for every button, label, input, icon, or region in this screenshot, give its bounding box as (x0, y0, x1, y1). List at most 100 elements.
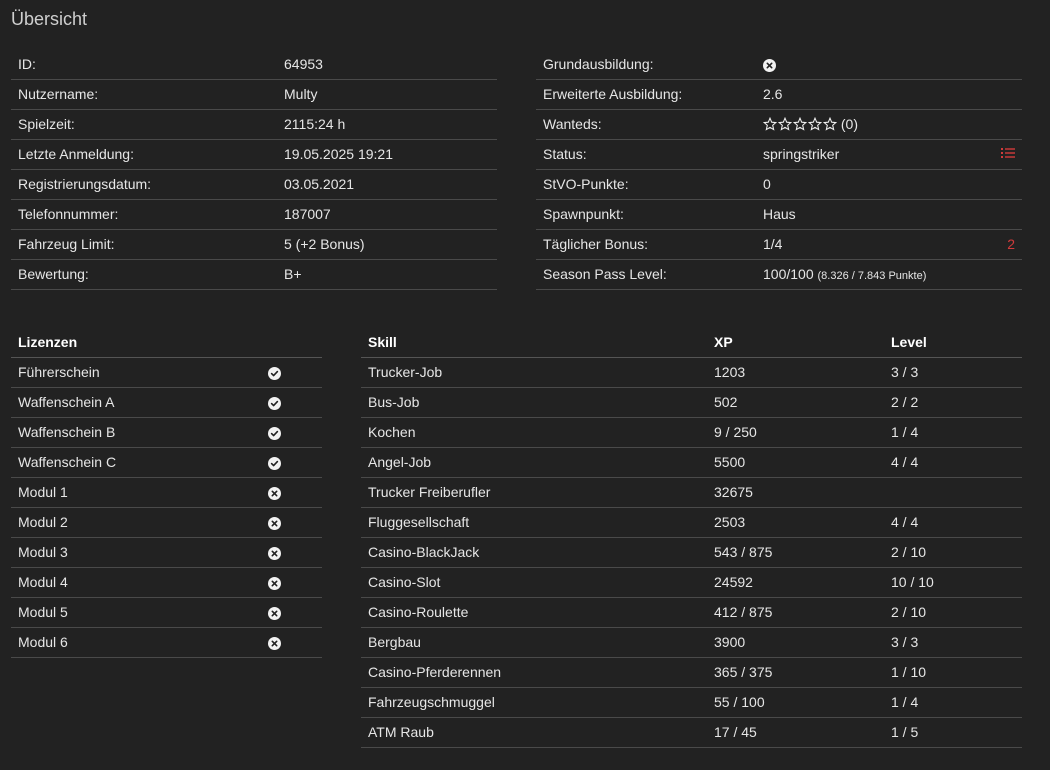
skill-row: Bergbau 3900 3 / 3 (361, 627, 1022, 658)
level-header: Level (884, 327, 1022, 358)
skill-name: Casino-Pferderennen (361, 657, 707, 688)
xp-header: XP (707, 327, 884, 358)
x-circle-icon (268, 636, 281, 650)
bonus-label: Täglicher Bonus: (536, 229, 756, 260)
skill-row: Casino-Roulette 412 / 875 2 / 10 (361, 597, 1022, 628)
stvo-label: StVO-Punkte: (536, 169, 756, 200)
license-row: Waffenschein A (11, 387, 322, 418)
skill-level: 1 / 4 (884, 687, 1022, 718)
overview-row: Telefonnummer: 187007 (11, 199, 497, 230)
skill-row: Casino-BlackJack 543 / 875 2 / 10 (361, 537, 1022, 568)
licenses-header: Lizenzen (11, 327, 322, 358)
overview-right-table: Grundausbildung: Erweiterte Ausbildung: … (536, 49, 1022, 290)
overview-label: Spielzeit: (11, 109, 277, 140)
overview-value: B+ (277, 259, 497, 290)
skill-level: 1 / 4 (884, 417, 1022, 448)
license-row: Modul 2 (11, 507, 322, 538)
star-icon (793, 117, 807, 131)
skill-xp: 9 / 250 (707, 417, 884, 448)
x-circle-icon (268, 576, 281, 590)
overview-label: Registrierungsdatum: (11, 169, 277, 200)
overview-value: Multy (277, 79, 497, 110)
license-row: Modul 4 (11, 567, 322, 598)
skill-xp: 55 / 100 (707, 687, 884, 718)
skill-name: Bus-Job (361, 387, 707, 418)
skill-xp: 365 / 375 (707, 657, 884, 688)
status-label: Status: (536, 139, 756, 170)
season-label: Season Pass Level: (536, 259, 756, 290)
skill-name: Kochen (361, 417, 707, 448)
erweitert-label: Erweiterte Ausbildung: (536, 79, 756, 110)
overview-row: ID: 64953 (11, 49, 497, 80)
check-circle-icon (268, 456, 281, 470)
skill-level: 2 / 2 (884, 387, 1022, 418)
star-icon (823, 117, 837, 131)
license-name: Modul 4 (11, 567, 261, 598)
skill-xp: 3900 (707, 627, 884, 658)
skill-xp: 5500 (707, 447, 884, 478)
star-icon (763, 117, 777, 131)
license-name: Modul 1 (11, 477, 261, 508)
license-name: Modul 3 (11, 537, 261, 568)
skill-name: Angel-Job (361, 447, 707, 478)
skill-row: Trucker-Job 1203 3 / 3 (361, 357, 1022, 388)
overview-row: Bewertung: B+ (11, 259, 497, 290)
overview-value: 2115:24 h (277, 109, 497, 140)
row-spawn: Spawnpunkt: Haus (536, 199, 1022, 230)
x-circle-icon (268, 606, 281, 620)
overview-left-table: ID: 64953 Nutzername: Multy Spielzeit: 211… (11, 49, 497, 290)
license-name: Waffenschein B (11, 417, 261, 448)
overview-row: Letzte Anmeldung: 19.05.2025 19:21 (11, 139, 497, 170)
wanteds-stars (763, 117, 837, 131)
overview-value: 03.05.2021 (277, 169, 497, 200)
overview-row: Spielzeit: 2115:24 h (11, 109, 497, 140)
skill-xp: 502 (707, 387, 884, 418)
overview-value: 187007 (277, 199, 497, 230)
overview-label: ID: (11, 49, 277, 80)
row-season-pass: Season Pass Level: 100/100 (8.326 / 7.84… (536, 259, 1022, 290)
page-title: Übersicht (11, 9, 88, 29)
x-circle-icon (268, 516, 281, 530)
skill-row: Trucker Freiberufler 32675 (361, 477, 1022, 508)
license-row: Führerschein (11, 357, 322, 388)
license-row: Waffenschein C (11, 447, 322, 478)
skill-name: ATM Raub (361, 717, 707, 748)
license-row: Modul 5 (11, 597, 322, 628)
skill-xp: 17 / 45 (707, 717, 884, 748)
skill-level: 3 / 3 (884, 357, 1022, 388)
x-circle-icon (268, 546, 281, 560)
wanteds-count: (0) (840, 116, 859, 132)
overview-label: Fahrzeug Limit: (11, 229, 277, 260)
overview-label: Nutzername: (11, 79, 277, 110)
skill-name: Bergbau (361, 627, 707, 658)
skill-level: 2 / 10 (884, 537, 1022, 568)
check-circle-icon (268, 426, 281, 440)
skill-xp: 543 / 875 (707, 537, 884, 568)
skill-row: Fahrzeugschmuggel 55 / 100 1 / 4 (361, 687, 1022, 718)
skill-name: Casino-BlackJack (361, 537, 707, 568)
row-wanteds: Wanteds: (0) (536, 109, 1022, 140)
overview-value: 5 (+2 Bonus) (277, 229, 497, 260)
skill-name: Fluggesellschaft (361, 507, 707, 538)
x-circle-icon (268, 486, 281, 500)
skill-name: Fahrzeugschmuggel (361, 687, 707, 718)
skill-level: 1 / 5 (884, 717, 1022, 748)
overview-row: Registrierungsdatum: 03.05.2021 (11, 169, 497, 200)
overview-row: Nutzername: Multy (11, 79, 497, 110)
skill-level: 2 / 10 (884, 597, 1022, 628)
skill-name: Casino-Roulette (361, 597, 707, 628)
skill-header: Skill (361, 327, 707, 358)
skill-xp: 2503 (707, 507, 884, 538)
bonus-extra[interactable]: 2 (986, 229, 1022, 260)
skill-row: Kochen 9 / 250 1 / 4 (361, 417, 1022, 448)
skill-xp: 412 / 875 (707, 597, 884, 628)
stvo-value: 0 (756, 169, 986, 200)
check-circle-icon (268, 396, 281, 410)
x-circle-icon (763, 58, 776, 72)
list-icon[interactable] (1001, 146, 1015, 162)
skill-level: 10 / 10 (884, 567, 1022, 598)
row-erweiterte-ausbildung: Erweiterte Ausbildung: 2.6 (536, 79, 1022, 110)
overview-label: Bewertung: (11, 259, 277, 290)
license-row: Modul 3 (11, 537, 322, 568)
skill-name: Trucker Freiberufler (361, 477, 707, 508)
